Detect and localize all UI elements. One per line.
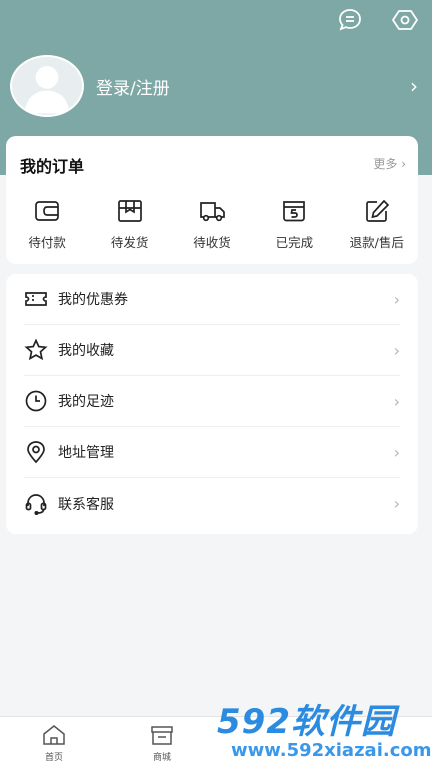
avatar[interactable] bbox=[10, 55, 84, 117]
star-icon bbox=[24, 338, 48, 361]
home-icon bbox=[43, 725, 65, 745]
store-icon bbox=[151, 726, 173, 745]
orders-title: 我的订单 bbox=[20, 157, 85, 176]
menu-item-label: 联系客服 bbox=[58, 496, 114, 513]
menu-item-label: 我的足迹 bbox=[58, 394, 114, 410]
tab-label: 商城 bbox=[152, 753, 171, 763]
message-icon[interactable] bbox=[336, 6, 364, 34]
menu-card: 我的优惠券 › 我的收藏 › 我的足迹 › 地址管理 › 联系客服 › bbox=[6, 274, 418, 534]
watermark: 592软件园 www.592xiazai.com bbox=[213, 690, 432, 768]
menu-item-label: 我的优惠券 bbox=[58, 292, 128, 308]
order-item-label: 待发货 bbox=[110, 235, 149, 250]
menu-item-history[interactable]: 我的足迹 › bbox=[24, 376, 400, 427]
chevron-right-icon: › bbox=[393, 340, 400, 360]
order-pending-payment[interactable]: 待付款 bbox=[7, 198, 87, 252]
menu-item-label: 地址管理 bbox=[58, 445, 114, 461]
location-pin-icon bbox=[27, 441, 45, 464]
chevron-right-icon: › bbox=[410, 74, 418, 98]
tab-home[interactable]: 首页 bbox=[0, 717, 108, 768]
truck-icon bbox=[200, 202, 225, 222]
default-avatar-icon bbox=[24, 66, 70, 114]
chevron-right-icon: › bbox=[393, 391, 400, 411]
order-status-list: 待付款 待发货 待收货 已完成 退款/售后 bbox=[6, 198, 418, 252]
clock-icon bbox=[25, 390, 47, 412]
chevron-right-icon: › bbox=[393, 442, 400, 462]
login-register-link[interactable]: 登录/注册 bbox=[96, 74, 410, 99]
order-pending-receipt[interactable]: 待收货 bbox=[172, 198, 252, 252]
menu-item-favorites[interactable]: 我的收藏 › bbox=[24, 325, 400, 376]
watermark-url: www.592xiazai.com bbox=[231, 740, 432, 761]
order-completed[interactable]: 已完成 bbox=[254, 198, 334, 252]
wallet-icon bbox=[35, 201, 60, 221]
headset-icon bbox=[25, 493, 47, 515]
coupon-icon bbox=[25, 292, 47, 306]
order-item-label: 已完成 bbox=[275, 235, 314, 250]
order-item-label: 待付款 bbox=[28, 235, 66, 250]
menu-item-customer-service[interactable]: 联系客服 › bbox=[24, 478, 400, 529]
orders-more-link[interactable]: 更多 › bbox=[373, 155, 406, 172]
chevron-right-icon: › bbox=[393, 289, 400, 309]
profile-row[interactable]: 登录/注册 › bbox=[10, 55, 422, 117]
menu-item-label: 我的收藏 bbox=[58, 343, 114, 359]
order-item-label: 待收货 bbox=[193, 235, 231, 250]
watermark-logo: 592软件园 bbox=[217, 702, 396, 742]
my-orders-card: 我的订单 更多 › 待付款 待发货 待收货 已完成 退款/售后 bbox=[6, 136, 418, 264]
edit-icon bbox=[365, 199, 389, 222]
menu-item-coupons[interactable]: 我的优惠券 › bbox=[24, 274, 400, 325]
settings-icon[interactable] bbox=[391, 6, 419, 34]
chevron-right-icon: › bbox=[393, 494, 400, 513]
order-refund-aftersale[interactable]: 退款/售后 bbox=[337, 198, 417, 252]
order-item-label: 退款/售后 bbox=[349, 235, 404, 250]
order-pending-shipment[interactable]: 待发货 bbox=[90, 198, 170, 252]
package-icon bbox=[117, 200, 142, 222]
completed-box-icon bbox=[283, 201, 306, 222]
tab-store[interactable]: 商城 bbox=[108, 717, 216, 768]
tab-label: 首页 bbox=[44, 753, 63, 763]
menu-item-address[interactable]: 地址管理 › bbox=[24, 427, 400, 478]
